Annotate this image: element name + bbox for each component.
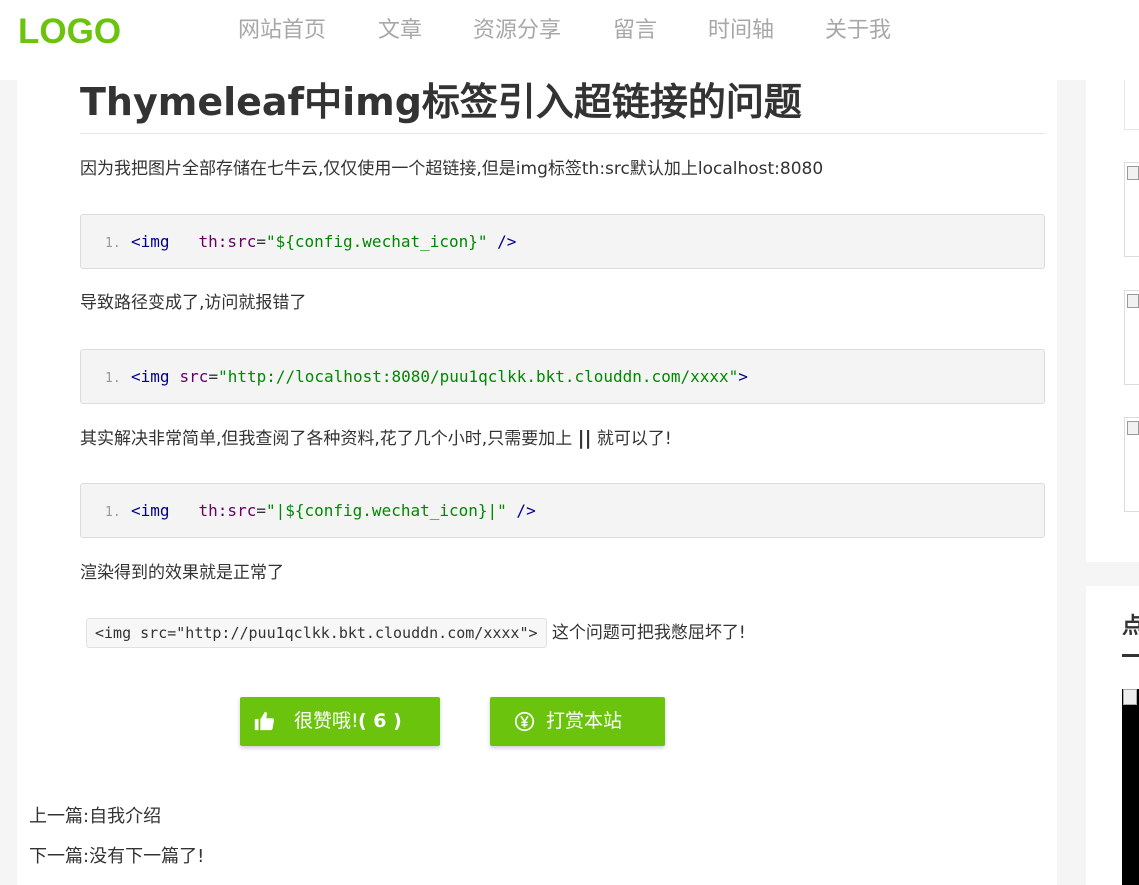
sidebar-divider: [1124, 80, 1125, 130]
nav-item-resources[interactable]: 资源分享: [473, 16, 561, 46]
sidebar-divider: [1124, 129, 1139, 130]
sidebar-heading-underline: [1122, 654, 1139, 657]
like-button[interactable]: 很赞哦! ( 6 ): [240, 697, 440, 746]
code-eq: =: [256, 501, 266, 520]
code-attr: src: [179, 367, 209, 386]
sidebar-recommend-panel: [1086, 80, 1139, 562]
paragraph-3-strong: ||: [577, 427, 592, 449]
code-tag: <img: [131, 232, 170, 251]
prev-article: 上一篇:自我介绍: [29, 805, 161, 829]
code-string: "|${config.wechat_icon}|": [265, 501, 507, 520]
paragraph-5-text: 这个问题可把我憋屈坏了!: [546, 623, 746, 643]
sidebar-image[interactable]: [1122, 689, 1139, 885]
paragraph-5: <img src="http://puu1qclkk.bkt.clouddn.c…: [86, 618, 746, 648]
code-eq: =: [256, 232, 266, 251]
broken-image-icon: [1127, 166, 1139, 180]
code-end: />: [506, 501, 536, 520]
next-label: 下一篇:: [29, 846, 90, 867]
code-line-number: 1.: [105, 371, 121, 386]
code-attr: th:src: [198, 232, 257, 251]
paragraph-4: 渲染得到的效果就是正常了: [80, 563, 284, 583]
paragraph-3: 其实解决非常简单,但我查阅了各种资料,花了几个小时,只需要加上 || 就可以了!: [80, 427, 672, 450]
code-tag: <img: [131, 367, 170, 386]
code-string: "http://localhost:8080/puu1qclkk.bkt.clo…: [218, 367, 739, 386]
paragraph-3-tail: 就可以了!: [591, 429, 672, 449]
code-block-1: 1. <img th:src="${config.wechat_icon}" />: [80, 214, 1045, 269]
paragraph-3-text: 其实解决非常简单,但我查阅了各种资料,花了几个小时,只需要加上: [80, 429, 578, 449]
reward-button[interactable]: 打赏本站: [490, 697, 665, 746]
paragraph-1: 因为我把图片全部存储在七牛云,仅仅使用一个超链接,但是img标签th:src默认…: [80, 159, 824, 179]
reward-label: 打赏本站: [546, 710, 623, 732]
site-header: LOGO 网站首页 文章 资源分享 留言 时间轴 关于我: [0, 0, 1139, 80]
broken-image-icon: [1127, 421, 1139, 435]
title-divider: [80, 133, 1045, 134]
nav-item-guestbook[interactable]: 留言: [613, 16, 657, 46]
inline-code: <img src="http://puu1qclkk.bkt.clouddn.c…: [86, 618, 547, 648]
broken-image-icon: [1123, 689, 1137, 705]
prev-label: 上一篇:: [29, 806, 90, 827]
sidebar-heading: 点: [1122, 614, 1139, 639]
broken-image-icon: [1127, 294, 1139, 308]
prev-article-link[interactable]: 自我介绍: [89, 806, 161, 827]
like-label: 很赞哦!: [294, 710, 359, 732]
sidebar-thumbnail[interactable]: [1124, 162, 1139, 257]
sidebar-panel-2: 点: [1086, 586, 1139, 885]
code-block-3: 1. <img th:src="|${config.wechat_icon}|" /…: [80, 483, 1045, 538]
code-tag: <img: [131, 501, 170, 520]
code-string: "${config.wechat_icon}": [265, 232, 488, 251]
nav-item-about[interactable]: 关于我: [825, 16, 891, 46]
nav-item-timeline[interactable]: 时间轴: [708, 16, 774, 46]
code-line-number: 1.: [105, 236, 121, 251]
yen-circle-icon: [514, 711, 535, 732]
like-count: ( 6 ): [358, 710, 402, 732]
code-line-number: 1.: [105, 505, 121, 520]
code-attr: th:src: [198, 501, 257, 520]
paragraph-2: 导致路径变成了,访问就报错了: [80, 293, 307, 313]
thumbs-up-icon: [254, 711, 274, 731]
next-article-text: 没有下一篇了!: [89, 846, 205, 867]
article-panel: Thymeleaf中img标签引入超链接的问题 因为我把图片全部存储在七牛云,仅…: [17, 80, 1057, 885]
code-end: >: [738, 367, 748, 386]
sidebar-thumbnail[interactable]: [1124, 417, 1139, 512]
code-eq: =: [208, 367, 219, 386]
code-block-2: 1. <img src="http://localhost:8080/puu1qcl…: [80, 349, 1045, 404]
article-title: Thymeleaf中img标签引入超链接的问题: [80, 80, 802, 124]
nav-item-home[interactable]: 网站首页: [238, 16, 326, 46]
nav-item-articles[interactable]: 文章: [378, 16, 422, 46]
site-logo[interactable]: LOGO: [18, 12, 121, 52]
code-end: />: [487, 232, 517, 251]
next-article: 下一篇:没有下一篇了!: [29, 845, 204, 869]
sidebar-thumbnail[interactable]: [1124, 290, 1139, 385]
